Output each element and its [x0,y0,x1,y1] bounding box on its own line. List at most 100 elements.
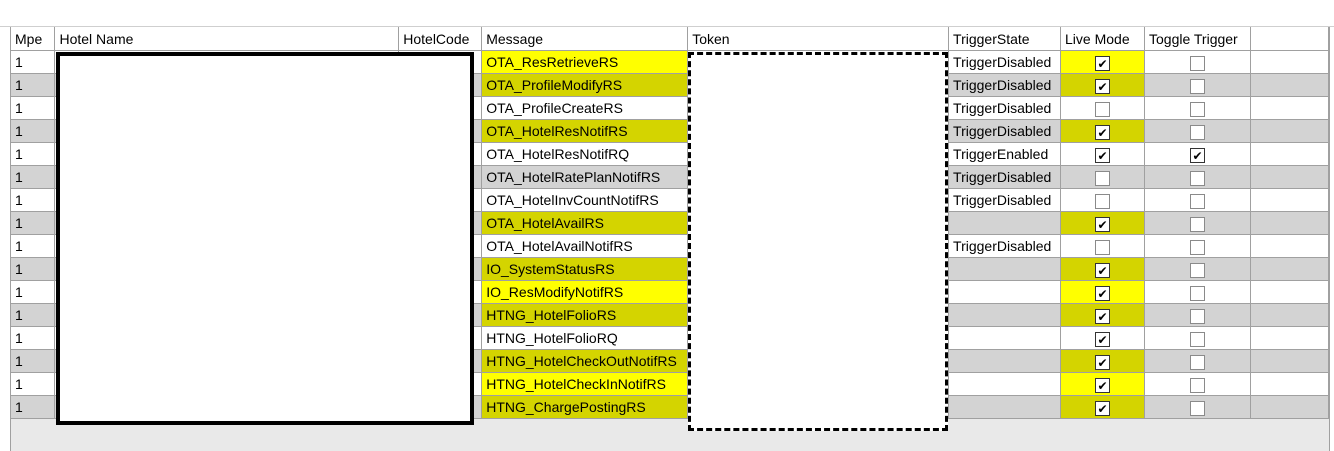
cell-mpe[interactable]: 1 [11,73,56,97]
live-mode-checkbox[interactable] [1095,55,1110,71]
column-header-token[interactable]: Token [687,27,950,51]
live-mode-checkbox[interactable] [1095,193,1110,209]
cell-live-mode[interactable] [1060,257,1145,281]
column-header-trigger-state[interactable]: TriggerState [948,27,1062,51]
cell-live-mode[interactable] [1060,349,1145,373]
live-mode-checkbox[interactable] [1095,354,1110,370]
cell-trigger-state[interactable]: TriggerDisabled [948,50,1062,74]
live-mode-checkbox[interactable] [1095,331,1110,347]
cell-live-mode[interactable] [1060,119,1145,143]
cell-trigger-state[interactable] [948,372,1062,396]
cell-trigger-state[interactable]: TriggerEnabled [948,142,1062,166]
cell-mpe[interactable]: 1 [11,50,56,74]
cell-mpe[interactable]: 1 [11,119,56,143]
column-header-mpe[interactable]: Mpe [11,27,56,51]
cell-message[interactable]: OTA_HotelResNotifRS [481,119,689,143]
live-mode-checkbox[interactable] [1095,400,1110,416]
live-mode-checkbox[interactable] [1095,101,1110,117]
toggle-trigger-checkbox[interactable] [1189,55,1205,71]
cell-toggle-trigger[interactable] [1144,142,1251,166]
column-header-message[interactable]: Message [481,27,689,51]
cell-live-mode[interactable] [1060,188,1145,212]
toggle-trigger-checkbox[interactable] [1189,78,1205,94]
cell-toggle-trigger[interactable] [1144,234,1251,258]
cell-toggle-trigger[interactable] [1144,165,1251,189]
cell-message[interactable]: IO_SystemStatusRS [481,257,689,281]
cell-mpe[interactable]: 1 [11,96,56,120]
cell-message[interactable]: IO_ResModifyNotifRS [481,280,689,304]
cell-live-mode[interactable] [1060,372,1145,396]
toggle-trigger-checkbox[interactable] [1189,193,1205,209]
cell-trigger-state[interactable] [948,303,1062,327]
live-mode-checkbox[interactable] [1095,377,1110,393]
cell-toggle-trigger[interactable] [1144,119,1251,143]
toggle-trigger-checkbox[interactable] [1189,147,1205,163]
cell-toggle-trigger[interactable] [1144,188,1251,212]
cell-mpe[interactable]: 1 [11,372,56,396]
toggle-trigger-checkbox[interactable] [1189,285,1205,301]
cell-message[interactable]: OTA_HotelAvailNotifRS [481,234,689,258]
cell-message[interactable]: OTA_ResRetrieveRS [481,50,689,74]
cell-mpe[interactable]: 1 [11,395,56,419]
cell-toggle-trigger[interactable] [1144,96,1251,120]
cell-live-mode[interactable] [1060,50,1145,74]
cell-trigger-state[interactable] [948,395,1062,419]
cell-live-mode[interactable] [1060,234,1145,258]
toggle-trigger-checkbox[interactable] [1189,216,1205,232]
cell-toggle-trigger[interactable] [1144,303,1251,327]
cell-mpe[interactable]: 1 [11,142,56,166]
toggle-trigger-checkbox[interactable] [1189,331,1205,347]
cell-trigger-state[interactable] [948,326,1062,350]
live-mode-checkbox[interactable] [1095,170,1110,186]
cell-message[interactable]: OTA_HotelRatePlanNotifRS [481,165,689,189]
column-header-live-mode[interactable]: Live Mode [1060,27,1145,51]
cell-trigger-state[interactable]: TriggerDisabled [948,234,1062,258]
cell-trigger-state[interactable] [948,349,1062,373]
cell-mpe[interactable]: 1 [11,349,56,373]
live-mode-checkbox[interactable] [1095,124,1110,140]
cell-trigger-state[interactable]: TriggerDisabled [948,96,1062,120]
live-mode-checkbox[interactable] [1095,239,1110,255]
cell-mpe[interactable]: 1 [11,326,56,350]
cell-mpe[interactable]: 1 [11,257,56,281]
cell-trigger-state[interactable]: TriggerDisabled [948,119,1062,143]
cell-trigger-state[interactable] [948,211,1062,235]
cell-toggle-trigger[interactable] [1144,257,1251,281]
cell-toggle-trigger[interactable] [1144,349,1251,373]
cell-message[interactable]: HTNG_ChargePostingRS [481,395,689,419]
cell-toggle-trigger[interactable] [1144,372,1251,396]
cell-message[interactable]: HTNG_HotelFolioRQ [481,326,689,350]
cell-live-mode[interactable] [1060,165,1145,189]
cell-message[interactable]: OTA_ProfileCreateRS [481,96,689,120]
live-mode-checkbox[interactable] [1095,262,1110,278]
cell-mpe[interactable]: 1 [11,303,56,327]
cell-mpe[interactable]: 1 [11,188,56,212]
cell-trigger-state[interactable] [948,280,1062,304]
cell-mpe[interactable]: 1 [11,211,56,235]
cell-live-mode[interactable] [1060,280,1145,304]
live-mode-checkbox[interactable] [1095,216,1110,232]
cell-toggle-trigger[interactable] [1144,50,1251,74]
cell-live-mode[interactable] [1060,96,1145,120]
toggle-trigger-checkbox[interactable] [1189,101,1205,117]
cell-live-mode[interactable] [1060,303,1145,327]
toggle-trigger-checkbox[interactable] [1189,377,1205,393]
toggle-trigger-checkbox[interactable] [1189,400,1205,416]
cell-live-mode[interactable] [1060,73,1145,97]
toggle-trigger-checkbox[interactable] [1189,262,1205,278]
cell-mpe[interactable]: 1 [11,234,56,258]
cell-message[interactable]: HTNG_HotelFolioRS [481,303,689,327]
cell-toggle-trigger[interactable] [1144,280,1251,304]
column-header-toggle-trigger[interactable]: Toggle Trigger [1144,27,1251,51]
cell-live-mode[interactable] [1060,395,1145,419]
column-header-hotel-code[interactable]: HotelCode [398,27,483,51]
toggle-trigger-checkbox[interactable] [1189,124,1205,140]
cell-trigger-state[interactable] [948,257,1062,281]
cell-message[interactable]: HTNG_HotelCheckOutNotifRS [481,349,689,373]
cell-mpe[interactable]: 1 [11,165,56,189]
cell-trigger-state[interactable]: TriggerDisabled [948,165,1062,189]
cell-trigger-state[interactable]: TriggerDisabled [948,73,1062,97]
cell-message[interactable]: OTA_ProfileModifyRS [481,73,689,97]
live-mode-checkbox[interactable] [1095,78,1110,94]
cell-message[interactable]: HTNG_HotelCheckInNotifRS [481,372,689,396]
